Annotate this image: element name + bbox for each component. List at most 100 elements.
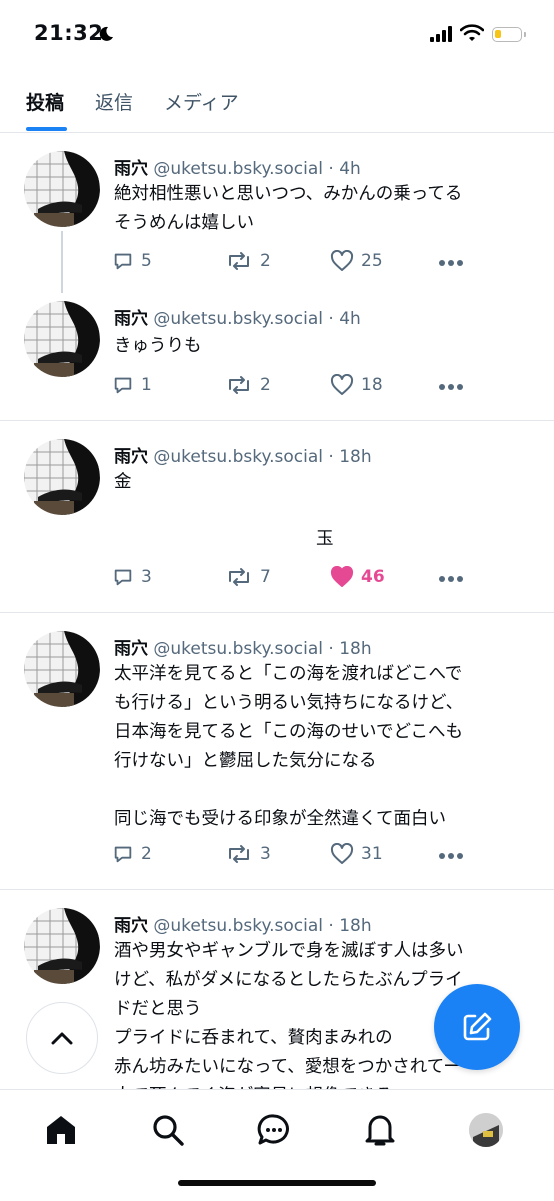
post-actions: 2 3 31 <box>112 843 552 871</box>
author-name[interactable]: 雨穴 <box>114 916 148 936</box>
like-button[interactable]: 31 <box>330 843 383 865</box>
more-icon[interactable] <box>438 575 464 583</box>
post-time: 18h <box>339 916 372 936</box>
post[interactable]: 雨穴 @uketsu.bsky.social · 18h 太平洋を見てると「この… <box>0 613 554 890</box>
home-indicator <box>178 1180 376 1186</box>
author-name[interactable]: 雨穴 <box>114 309 148 329</box>
post[interactable]: 雨穴 @uketsu.bsky.social · 4h 絶対相性悪いと思いつつ、… <box>0 133 554 293</box>
post-feed[interactable]: 雨穴 @uketsu.bsky.social · 4h 絶対相性悪いと思いつつ、… <box>0 133 554 1089</box>
more-icon[interactable] <box>438 852 464 860</box>
post-time: 18h <box>339 639 372 659</box>
post-text: きゅうりも <box>114 336 202 356</box>
avatar[interactable] <box>24 439 100 515</box>
post-time: 18h <box>339 447 372 467</box>
nav-chat[interactable] <box>256 1112 292 1148</box>
compose-icon <box>463 1012 492 1041</box>
repost-button[interactable]: 2 <box>225 374 271 396</box>
post-actions: 1 2 18 <box>112 374 552 402</box>
repost-button[interactable]: 7 <box>225 566 271 588</box>
status-bar: 21:32 <box>0 0 554 70</box>
like-button[interactable]: 25 <box>330 250 383 272</box>
nav-notifications[interactable] <box>362 1112 398 1148</box>
scroll-to-top-button[interactable] <box>26 1002 98 1074</box>
post-header: 雨穴 @uketsu.bsky.social · 18h <box>114 639 372 659</box>
author-handle[interactable]: @uketsu.bsky.social <box>153 159 323 179</box>
home-icon <box>47 1116 75 1144</box>
reply-button[interactable]: 3 <box>112 566 152 588</box>
reply-button[interactable]: 2 <box>112 843 152 865</box>
chevron-up-icon <box>51 1032 73 1045</box>
repost-icon <box>229 376 249 394</box>
reply-count: 5 <box>141 251 152 271</box>
post-text: 金 <box>114 472 132 492</box>
post[interactable]: 雨穴 @uketsu.bsky.social · 4h きゅうりも 1 2 18 <box>0 283 554 421</box>
nav-search[interactable] <box>150 1112 186 1148</box>
post-text: 太平洋を見てると「この海を渡ればどこへで も行ける」という明るい気持ちになるけど… <box>114 664 464 829</box>
like-count: 25 <box>361 251 383 271</box>
tab-indicator <box>26 127 67 131</box>
post-text-line: 玉 <box>316 529 334 549</box>
repost-count: 7 <box>260 567 271 587</box>
author-name[interactable]: 雨穴 <box>114 159 148 179</box>
bell-icon <box>365 1115 395 1146</box>
post-actions: 5 2 25 <box>112 250 552 278</box>
battery-icon <box>492 27 522 42</box>
reply-count: 1 <box>141 375 152 395</box>
search-icon <box>153 1115 184 1146</box>
tab-posts[interactable]: 投稿 <box>26 88 64 115</box>
author-handle[interactable]: @uketsu.bsky.social <box>153 309 323 329</box>
post[interactable]: 雨穴 @uketsu.bsky.social · 18h 金 玉 3 7 46 <box>0 421 554 613</box>
nav-profile-avatar[interactable] <box>469 1113 503 1147</box>
avatar[interactable] <box>24 908 100 984</box>
heart-icon <box>330 566 354 587</box>
repost-button[interactable]: 3 <box>225 843 271 865</box>
author-name[interactable]: 雨穴 <box>114 447 148 467</box>
like-button[interactable]: 46 <box>330 566 385 588</box>
status-time: 21:32 <box>34 21 104 45</box>
reply-count: 3 <box>141 567 152 587</box>
wifi-icon <box>460 24 484 41</box>
post-text: 絶対相性悪いと思いつつ、みかんの乗ってる そうめんは嬉しい <box>114 184 463 233</box>
repost-icon <box>229 252 249 270</box>
avatar[interactable] <box>24 301 100 377</box>
reply-button[interactable]: 1 <box>112 374 152 396</box>
heart-icon <box>330 843 354 864</box>
moon-icon <box>99 26 113 41</box>
post-actions: 3 7 46 <box>112 566 552 594</box>
reply-icon <box>114 253 132 270</box>
post-header: 雨穴 @uketsu.bsky.social · 4h <box>114 159 361 179</box>
author-handle[interactable]: @uketsu.bsky.social <box>153 916 323 936</box>
repost-count: 2 <box>260 251 271 271</box>
reply-icon <box>114 377 132 394</box>
more-icon[interactable] <box>438 383 464 391</box>
reply-icon <box>114 569 132 586</box>
chat-icon <box>257 1114 289 1145</box>
like-count: 18 <box>361 375 383 395</box>
like-count: 46 <box>361 567 385 587</box>
author-handle[interactable]: @uketsu.bsky.social <box>153 639 323 659</box>
post-time: 4h <box>339 159 361 179</box>
post-time: 4h <box>339 309 361 329</box>
author-name[interactable]: 雨穴 <box>114 639 148 659</box>
repost-icon <box>229 568 249 586</box>
reply-count: 2 <box>141 844 152 864</box>
compose-button[interactable] <box>434 984 520 1070</box>
author-handle[interactable]: @uketsu.bsky.social <box>153 447 323 467</box>
post-header: 雨穴 @uketsu.bsky.social · 18h <box>114 447 372 467</box>
tab-media[interactable]: メディア <box>164 88 239 115</box>
repost-button[interactable]: 2 <box>225 250 271 272</box>
repost-icon <box>229 845 249 863</box>
post-header: 雨穴 @uketsu.bsky.social · 18h <box>114 916 372 936</box>
repost-count: 2 <box>260 375 271 395</box>
reply-button[interactable]: 5 <box>112 250 152 272</box>
repost-count: 3 <box>260 844 271 864</box>
signal-icon <box>430 26 452 42</box>
bottom-nav <box>0 1089 554 1201</box>
avatar[interactable] <box>24 151 100 227</box>
avatar[interactable] <box>24 631 100 707</box>
tab-replies[interactable]: 返信 <box>95 88 133 115</box>
like-button[interactable]: 18 <box>330 374 383 396</box>
nav-home[interactable] <box>43 1112 79 1148</box>
more-icon[interactable] <box>438 259 464 267</box>
like-count: 31 <box>361 844 383 864</box>
